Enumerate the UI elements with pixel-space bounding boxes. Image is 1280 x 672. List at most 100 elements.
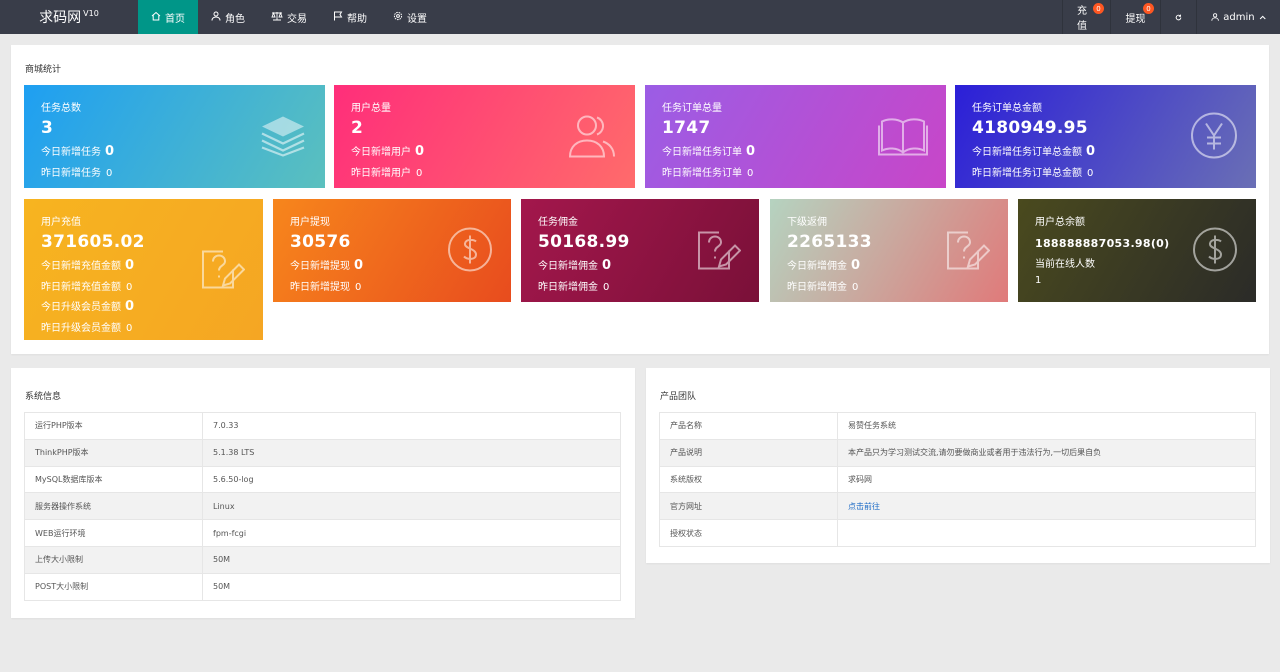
table-row: 服务器操作系统 Linux	[24, 492, 621, 521]
username: admin	[1223, 11, 1255, 23]
stat-line-value: 0	[125, 299, 135, 314]
stat-line-label: 今日新增佣金	[787, 261, 847, 272]
stat-line-label: 今日新增充值金额	[41, 261, 121, 272]
row-value: 本产品只为学习测试交流,请勿要做商业或者用于违法行为,一切后果自负	[837, 438, 1256, 467]
stat-line-value: 0	[852, 282, 859, 293]
user-icon	[211, 11, 221, 24]
stat-line-value: 0	[603, 282, 610, 293]
nav-label: 首页	[165, 13, 185, 25]
table-row: POST大小限制 50M	[24, 572, 621, 601]
stat-card[interactable]: 任务总数 3 今日新增任务 0 昨日新增任务 0	[24, 85, 325, 188]
nav-item-1[interactable]: 角色	[198, 0, 258, 34]
row-value: 易赞任务系统	[837, 412, 1256, 440]
stat-line-label: 昨日新增用户	[351, 168, 411, 179]
table-row: 产品名称 易赞任务系统	[659, 412, 1256, 440]
table-row: ThinkPHP版本 5.1.38 LTS	[24, 438, 621, 467]
system-info-table: 运行PHP版本 7.0.33 ThinkPHP版本 5.1.38 LTS MySQL数据…	[24, 412, 621, 601]
stat-line-value: 0	[126, 323, 133, 334]
stat-card-line: 昨日新增佣金 0	[787, 278, 991, 293]
edit-icon	[199, 245, 246, 294]
refresh-button[interactable]	[1160, 0, 1196, 34]
main-nav: 首页 角色 交易 帮助 设置	[138, 0, 440, 34]
user-icon	[1211, 13, 1219, 21]
stat-line-label: 昨日新增任务	[41, 168, 101, 179]
row-key: WEB运行环境	[24, 519, 203, 547]
withdraw-label: 提现	[1125, 13, 1146, 25]
nav-label: 帮助	[347, 13, 367, 25]
stats-title: 商城统计	[25, 65, 62, 75]
layers-icon	[259, 113, 307, 160]
stat-card[interactable]: 任务佣金 50168.99 今日新增佣金 0 昨日新增佣金 0	[521, 199, 759, 302]
product-table: 产品名称 易赞任务系统 产品说明 本产品只为学习测试交流,请勿要做商业或者用于违法行为…	[659, 412, 1256, 547]
table-row: 官方网址 点击前往	[659, 492, 1256, 521]
stat-line-label: 当前在线人数	[1035, 259, 1095, 270]
table-row: 产品说明 本产品只为学习测试交流,请勿要做商业或者用于违法行为,一切后果自负	[659, 438, 1256, 467]
brand-version: V10	[83, 8, 99, 18]
stat-line-value: 0	[354, 258, 364, 273]
stat-line-label: 昨日新增佣金	[538, 282, 598, 293]
stat-card-line: 昨日新增用户 0	[351, 164, 618, 179]
table-row: MySQL数据库版本 5.6.50-log	[24, 465, 621, 494]
table-row: 运行PHP版本 7.0.33	[24, 412, 621, 440]
stat-line-value: 0	[1087, 168, 1094, 179]
recharge-button[interactable]: 充值 0	[1062, 0, 1110, 34]
top-nav: 求码网 V10 首页 角色 交易 帮助 设置 充值 0 提现 0 admin	[0, 0, 1280, 34]
stat-line-label: 昨日新增任务订单总金额	[972, 168, 1082, 179]
nav-item-3[interactable]: 帮助	[320, 0, 380, 34]
nav-item-2[interactable]: 交易	[258, 0, 320, 34]
stat-card[interactable]: 用户总余额 188888887053.98(0) 当前在线人数 1	[1018, 199, 1256, 302]
row-value: 5.6.50-log	[202, 465, 621, 494]
brand-logo[interactable]: 求码网 V10	[0, 0, 138, 34]
stat-card[interactable]: 用户充值 371605.02 今日新增充值金额 0 昨日新增充值金额 0 今日升级会员金额 0…	[24, 199, 263, 340]
stats-panel: 商城统计 任务总数 3 今日新增任务 0 昨日新增任务 0 用户总量 2 今日新增用户 0 昨日新增…	[11, 45, 1269, 354]
home-icon	[151, 11, 161, 24]
row-key: 服务器操作系统	[24, 492, 203, 521]
right-nav: 充值 0 提现 0 admin	[1062, 0, 1280, 34]
stat-line-label: 今日新增佣金	[538, 261, 598, 272]
stat-card[interactable]: 任务订单总金额 4180949.95 今日新增任务订单总金额 0 昨日新增任务订单总金额…	[955, 85, 1256, 188]
nav-label: 设置	[407, 13, 427, 25]
stat-line-value: 0	[106, 168, 113, 179]
nav-item-4[interactable]: 设置	[380, 0, 440, 34]
stat-line-label: 今日新增任务订单	[662, 147, 742, 158]
stat-card[interactable]: 下级返佣 2265133 今日新增佣金 0 昨日新增佣金 0	[770, 199, 1008, 302]
row-value[interactable]: 点击前往	[837, 492, 1256, 521]
recharge-badge: 0	[1093, 3, 1104, 14]
product-panel: 产品团队 产品名称 易赞任务系统 产品说明 本产品只为学习测试交流,请勿要做商业或者用…	[646, 368, 1270, 563]
row-key: 系统版权	[659, 465, 838, 494]
edit-icon	[944, 226, 991, 275]
stat-line-label: 昨日新增充值金额	[41, 282, 121, 293]
row-key: 官方网址	[659, 492, 838, 521]
stat-line-value: 0	[851, 258, 861, 273]
row-key: 授权状态	[659, 519, 838, 547]
system-info-title: 系统信息	[25, 392, 62, 402]
row-key: 产品说明	[659, 438, 838, 467]
stat-card[interactable]: 用户总量 2 今日新增用户 0 昨日新增用户 0	[334, 85, 635, 188]
stat-line-label: 昨日新增提现	[290, 282, 350, 293]
withdraw-button[interactable]: 提现 0	[1110, 0, 1160, 34]
stat-card[interactable]: 任务订单总量 1747 今日新增任务订单 0 昨日新增任务订单 0	[645, 85, 946, 188]
stat-card[interactable]: 用户提现 30576 今日新增提现 0 昨日新增提现 0	[273, 199, 511, 302]
gear-icon	[393, 11, 403, 24]
dollar-icon	[447, 226, 493, 275]
users-icon	[567, 112, 617, 161]
stat-card-title: 任务订单总量	[662, 103, 722, 114]
withdraw-badge: 0	[1143, 3, 1154, 14]
stat-line-value: 0	[126, 282, 133, 293]
stat-line-value: 0	[746, 144, 756, 159]
stat-line-value: 0	[416, 168, 423, 179]
nav-item-0[interactable]: 首页	[138, 0, 198, 34]
table-row: 系统版权 求码网	[659, 465, 1256, 494]
user-menu[interactable]: admin	[1196, 0, 1280, 34]
row-key: 产品名称	[659, 412, 838, 440]
stat-card-line: 昨日新增任务订单总金额 0	[972, 164, 1239, 179]
yen-icon	[1190, 111, 1238, 162]
scale-icon	[271, 11, 283, 24]
table-row: 上传大小限制 50M	[24, 545, 621, 574]
stat-line-label: 今日新增任务	[41, 147, 101, 158]
stat-line-value: 0	[415, 144, 425, 159]
product-title: 产品团队	[660, 392, 697, 402]
stat-card-line: 昨日新增提现 0	[290, 278, 494, 293]
nav-label: 角色	[225, 13, 245, 25]
stat-line-label: 今日新增任务订单总金额	[972, 147, 1082, 158]
